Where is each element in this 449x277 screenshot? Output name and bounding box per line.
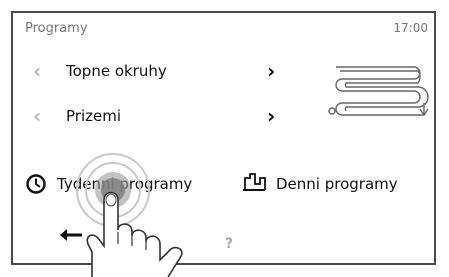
page-title: Programy: [25, 21, 88, 36]
weekly-programs-label[interactable]: Tydenni programy: [57, 174, 192, 194]
clock-display: 17:00: [393, 21, 428, 35]
chevron-right-icon[interactable]: ›: [267, 61, 275, 81]
chevron-left-icon[interactable]: ‹: [33, 61, 41, 81]
back-arrow-icon[interactable]: [58, 227, 84, 243]
heating-coil-icon: [328, 66, 429, 117]
chevron-left-icon[interactable]: ‹: [33, 106, 41, 126]
help-button[interactable]: ?: [225, 236, 233, 252]
daily-programs-label[interactable]: Denni programy: [276, 174, 398, 194]
row-zone-label: Prizemi: [66, 107, 121, 125]
clock-icon: [26, 174, 46, 194]
chevron-right-icon[interactable]: ›: [267, 106, 275, 126]
day-profile-icon: [243, 173, 266, 191]
row-heating-circuits-label: Topne okruhy: [66, 62, 167, 80]
